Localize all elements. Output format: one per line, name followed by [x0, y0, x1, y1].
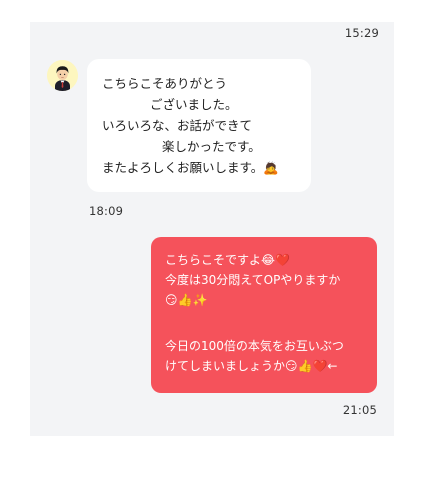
outgoing-line-6: けてしまいましょうか😏👍❤️←	[165, 359, 338, 373]
incoming-line-3: いろいろな、お話ができて	[102, 118, 253, 133]
incoming-line-5: またよろしくお願いします。🙇	[102, 160, 279, 175]
outgoing-line-1: こちらこそですよ😂❤️	[165, 253, 290, 267]
outgoing-line-3: 😏👍✨	[165, 293, 208, 307]
outgoing-message-time: 21:05	[342, 403, 377, 417]
outgoing-message-bubble[interactable]: こちらこそですよ😂❤️ 今度は30分悶えてOPやりますか 😏👍✨ 今日の100倍…	[151, 237, 377, 393]
outgoing-line-5: 今日の100倍の本気をお互いぶつ	[165, 339, 344, 353]
incoming-line-2: ございました。	[150, 97, 238, 112]
avatar-illustration	[47, 60, 78, 91]
incoming-message-bubble[interactable]: こちらこそありがとう ございました。 いろいろな、お話ができて 楽しかったです。…	[87, 59, 311, 192]
incoming-message-time: 18:09	[89, 204, 124, 218]
chat-screen: 15:29 こちらこそありがとう ございました。 いろいろな、お話ができて 楽し…	[0, 0, 421, 480]
chat-thread[interactable]: 15:29 こちらこそありがとう ございました。 いろいろな、お話ができて 楽し…	[30, 22, 394, 436]
outgoing-line-2: 今度は30分悶えてOPやりますか	[165, 273, 341, 287]
incoming-line-4: 楽しかったです。	[162, 139, 261, 154]
user-avatar-icon[interactable]	[47, 60, 78, 91]
incoming-line-1: こちらこそありがとう	[102, 76, 228, 91]
message-time-top: 15:29	[344, 26, 379, 40]
